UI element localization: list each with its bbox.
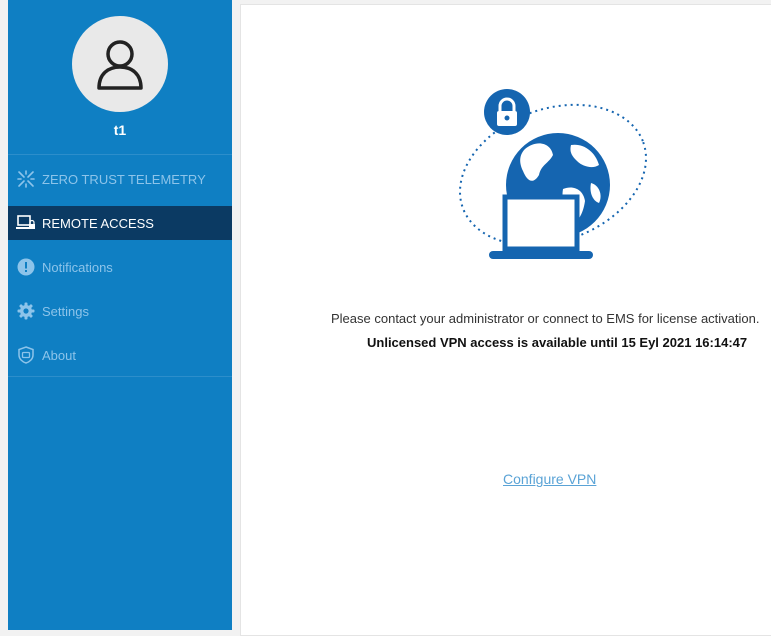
notification-icon <box>16 257 36 277</box>
user-icon <box>97 40 143 90</box>
sidebar: t1 ZERO TRUST TELEMETRY REMOTE ACCESS No… <box>8 0 232 630</box>
sidebar-item-label: Notifications <box>42 259 113 275</box>
avatar[interactable] <box>72 16 168 112</box>
username: t1 <box>113 122 127 138</box>
vpn-expiry-message: Unlicensed VPN access is available until… <box>367 335 748 350</box>
sidebar-item-zero-trust-telemetry[interactable]: ZERO TRUST TELEMETRY <box>8 162 232 196</box>
license-message: Please contact your administrator or con… <box>331 311 760 326</box>
sidebar-item-label: REMOTE ACCESS <box>42 215 154 231</box>
configure-vpn-link[interactable]: Configure VPN <box>503 471 596 487</box>
remote-access-icon <box>16 213 36 233</box>
sidebar-item-label: Settings <box>42 303 89 319</box>
sidebar-item-notifications[interactable]: Notifications <box>8 250 232 284</box>
sidebar-divider <box>8 376 232 377</box>
sidebar-item-settings[interactable]: Settings <box>8 294 232 328</box>
gear-icon <box>16 301 36 321</box>
sidebar-item-label: About <box>42 347 76 363</box>
sidebar-item-about[interactable]: About <box>8 338 232 372</box>
sidebar-item-remote-access[interactable]: REMOTE ACCESS <box>8 206 232 240</box>
vpn-globe-laptop-lock-illustration <box>459 89 647 259</box>
shield-icon <box>16 345 36 365</box>
sidebar-item-label: ZERO TRUST TELEMETRY <box>42 171 206 187</box>
main-panel: Please contact your administrator or con… <box>240 4 771 636</box>
user-profile: t1 <box>8 0 232 155</box>
telemetry-icon <box>16 169 36 189</box>
